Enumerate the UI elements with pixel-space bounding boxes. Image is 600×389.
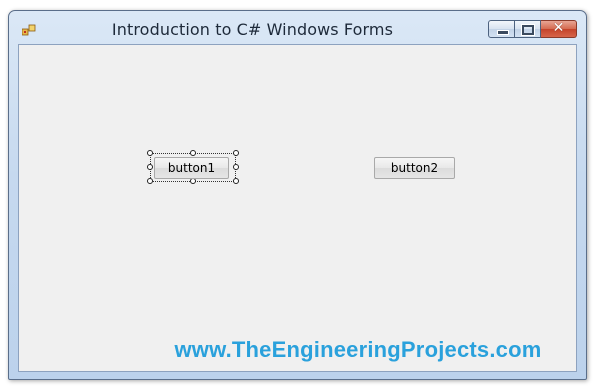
resize-handle-top-middle[interactable] <box>190 150 196 156</box>
resize-handle-middle-right[interactable] <box>233 164 239 170</box>
caption-buttons: ✕ <box>488 20 577 40</box>
maximize-icon <box>521 24 535 36</box>
close-button[interactable]: ✕ <box>541 20 577 38</box>
minimize-icon <box>497 30 509 35</box>
resize-handle-top-right[interactable] <box>233 150 239 156</box>
resize-handle-top-left[interactable] <box>147 150 153 156</box>
button1[interactable]: button1 <box>154 157 229 179</box>
button2[interactable]: button2 <box>374 157 455 179</box>
resize-handle-middle-left[interactable] <box>147 164 153 170</box>
watermark-text: www.TheEngineeringProjects.com <box>174 337 542 362</box>
close-icon: ✕ <box>552 20 565 36</box>
maximize-button[interactable] <box>515 20 541 38</box>
minimize-button[interactable] <box>488 20 515 38</box>
resize-handle-bottom-right[interactable] <box>233 178 239 184</box>
resize-handle-bottom-left[interactable] <box>147 178 153 184</box>
title-bar[interactable]: Introduction to C# Windows Forms ✕ <box>9 11 586 44</box>
form-client-area[interactable]: button1 button2 <box>18 44 577 372</box>
form-window: Introduction to C# Windows Forms ✕ butto… <box>8 10 587 380</box>
